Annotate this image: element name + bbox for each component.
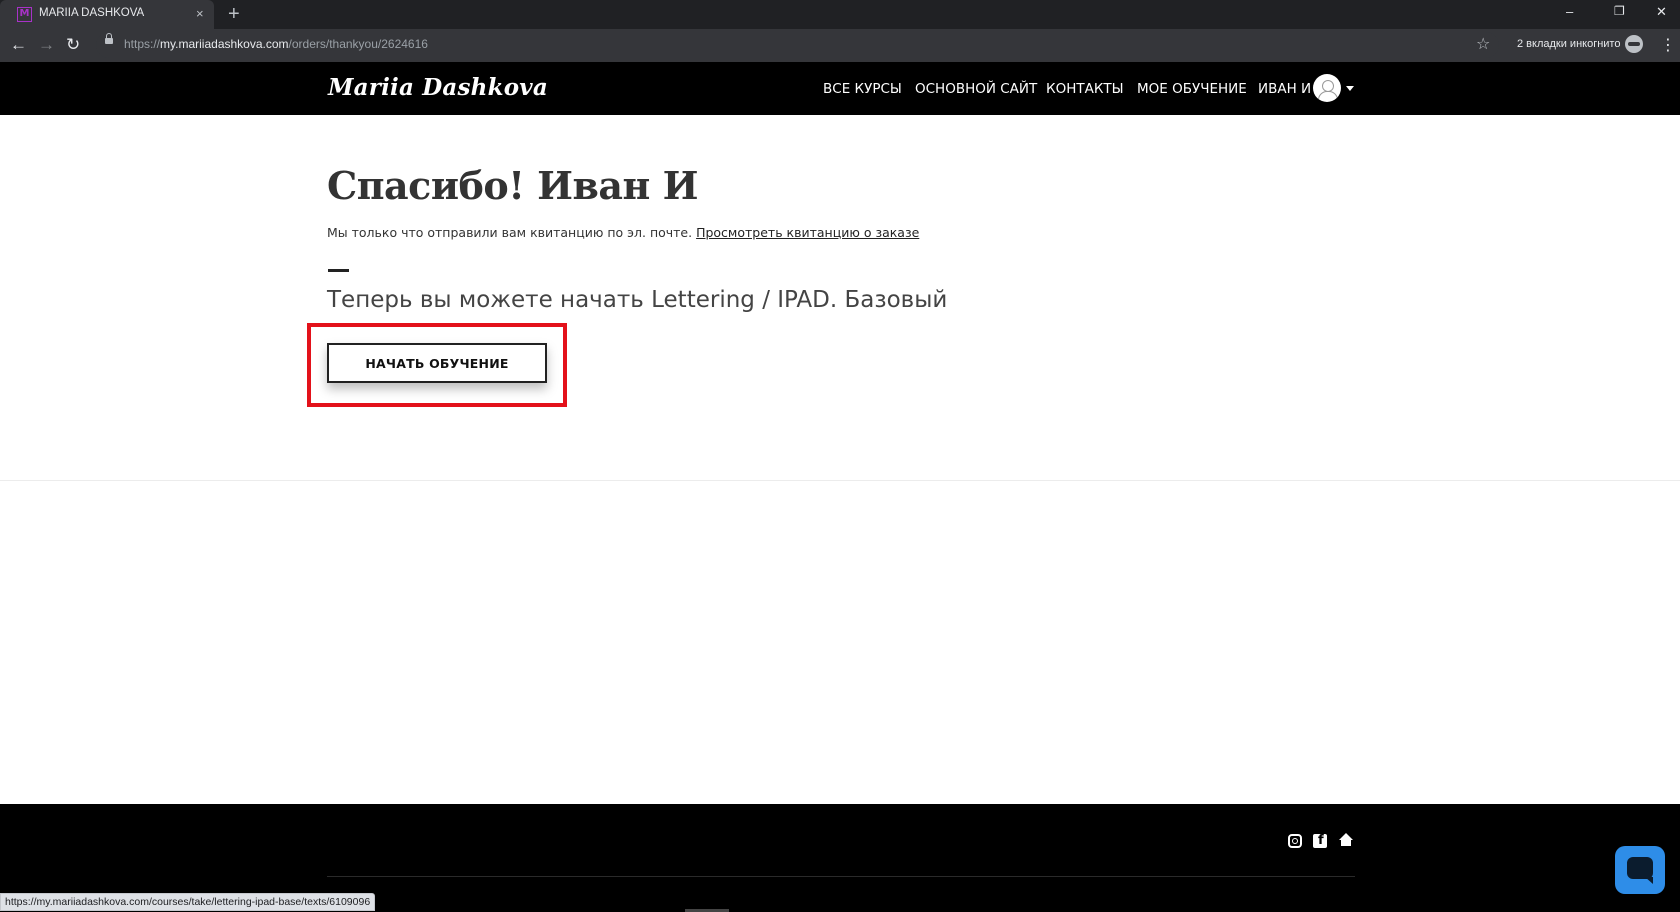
kebab-menu-icon[interactable]: ⋮ (1660, 35, 1676, 55)
browser-toolbar: ← → ↻ https://my.mariiadashkova.com/orde… (0, 29, 1680, 62)
site-logo[interactable]: Mariia Dashkova (328, 74, 548, 101)
browser-tab[interactable]: M MARIIA DASHKOVA × (0, 0, 214, 29)
nav-all-courses[interactable]: ВСЕ КУРСЫ (823, 81, 902, 97)
view-receipt-link[interactable]: Просмотреть квитанцию о заказе (696, 225, 919, 240)
close-window-icon[interactable]: ✕ (1656, 4, 1667, 20)
url-path: /orders/thankyou/2624616 (288, 37, 428, 51)
restore-window-icon[interactable]: ❐ (1614, 4, 1625, 18)
page-title: Спасибо! Иван И (327, 163, 698, 208)
incognito-label[interactable]: 2 вкладки инкогнито (1517, 38, 1620, 50)
nav-my-learning[interactable]: МОЕ ОБУЧЕНИЕ (1137, 81, 1247, 97)
back-arrow-icon[interactable]: ← (10, 35, 27, 55)
receipt-message: Мы только что отправили вам квитанцию по… (327, 225, 919, 240)
instagram-icon[interactable] (1288, 834, 1302, 848)
bookmark-star-icon[interactable]: ☆ (1476, 34, 1490, 54)
new-tab-button[interactable]: + (228, 3, 240, 25)
incognito-icon[interactable] (1625, 35, 1643, 53)
chat-widget-button[interactable] (1615, 846, 1665, 894)
status-bar-url: https://my.mariiadashkova.com/courses/ta… (0, 893, 376, 911)
course-ready-message: Теперь вы можете начать Lettering / IPAD… (327, 287, 948, 313)
nav-main-site[interactable]: ОСНОВНОЙ САЙТ (915, 81, 1037, 97)
tab-close-icon[interactable]: × (196, 6, 204, 21)
url-text[interactable]: https://my.mariiadashkova.com/orders/tha… (124, 37, 428, 51)
browser-tab-strip: M MARIIA DASHKOVA × + – ❐ ✕ (0, 0, 1680, 29)
site-favicon-icon: M (17, 7, 32, 22)
divider (328, 269, 349, 272)
avatar[interactable] (1313, 74, 1341, 102)
forward-arrow-icon[interactable]: → (38, 35, 55, 55)
nav-user-name[interactable]: ИВАН И (1258, 81, 1311, 97)
reload-icon[interactable]: ↻ (66, 35, 80, 55)
home-icon[interactable] (1339, 833, 1353, 846)
start-learning-button[interactable]: НАЧАТЬ ОБУЧЕНИЕ (327, 343, 547, 383)
receipt-text: Мы только что отправили вам квитанцию по… (327, 225, 697, 240)
footer-divider (327, 876, 1355, 877)
chevron-down-icon[interactable] (1346, 86, 1354, 91)
url-host: my.mariiadashkova.com (160, 37, 289, 51)
tab-title: MARIIA DASHKOVA (39, 7, 145, 19)
content-separator (0, 480, 1680, 481)
lock-icon (105, 33, 113, 44)
facebook-icon[interactable] (1313, 833, 1327, 848)
nav-contacts[interactable]: КОНТАКТЫ (1046, 81, 1124, 97)
site-header: Mariia Dashkova ВСЕ КУРСЫ ОСНОВНОЙ САЙТ … (0, 62, 1680, 115)
minimize-window-icon[interactable]: – (1566, 4, 1573, 19)
url-scheme: https:// (124, 37, 161, 51)
